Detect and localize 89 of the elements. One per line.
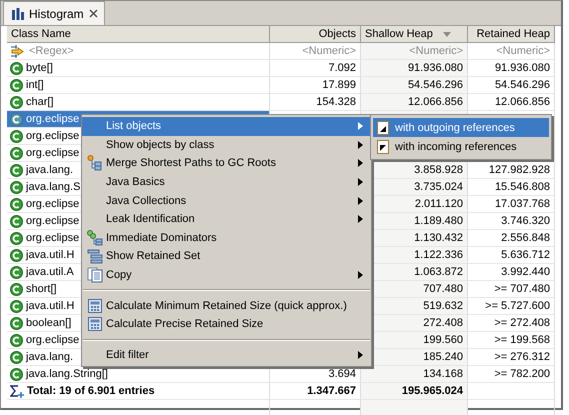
class-icon — [10, 112, 23, 126]
class-name[interactable]: char[] — [26, 96, 54, 108]
column-header[interactable]: Shallow Heap — [361, 26, 468, 43]
class-name[interactable]: byte[] — [26, 62, 53, 74]
submenu-arrow-icon — [358, 178, 363, 186]
column-header[interactable]: Retained Heap — [468, 26, 555, 43]
table-cell: 2.556.848 — [468, 230, 555, 247]
submenu-arrow-icon — [358, 196, 363, 205]
bar-chart-icon — [12, 8, 24, 20]
table-cell: 12.066.856 — [361, 94, 468, 111]
class-name[interactable]: java.lang.S — [26, 181, 80, 193]
table-cell: >= 707.480 — [468, 281, 555, 298]
total-label: Total: 19 of 6.901 entries — [27, 385, 155, 397]
menu-item[interactable]: List objects — [82, 117, 371, 136]
class-name[interactable]: boolean[] — [26, 317, 72, 329]
class-icon — [10, 180, 23, 194]
class-icon — [10, 130, 23, 142]
calculator-icon — [88, 298, 102, 313]
class-name[interactable]: org.eclipse — [26, 113, 80, 125]
class-name[interactable]: java.util.A — [26, 266, 74, 278]
class-icon — [10, 248, 23, 262]
close-icon[interactable] — [88, 9, 98, 18]
menu-item[interactable]: Show objects by class — [82, 136, 371, 154]
menu-item[interactable]: with incoming references — [373, 137, 549, 156]
submenu-arrow-icon — [358, 271, 363, 280]
class-icon — [10, 146, 23, 160]
table-cell: 91.936.080 — [468, 60, 555, 77]
column-header[interactable]: Objects — [270, 26, 361, 43]
class-icon — [10, 350, 23, 364]
class-icon — [10, 78, 23, 92]
table-cell: >= 199.568 — [468, 332, 555, 349]
class-icon — [10, 214, 23, 228]
class-name[interactable]: org.eclipse — [26, 147, 80, 159]
table-cell: 195.965.024 — [361, 383, 468, 400]
table-cell: >= 782.200 — [468, 366, 555, 383]
calculator-icon — [88, 317, 102, 332]
tree-icon — [87, 155, 103, 172]
class-icon — [10, 232, 23, 244]
table-cell: 15.546.808 — [468, 179, 555, 196]
class-name[interactable]: java.util.H — [26, 300, 74, 312]
class-name[interactable]: org.eclipse — [26, 334, 80, 346]
class-icon — [10, 282, 23, 296]
submenu-arrow-icon — [358, 215, 363, 224]
class-icon — [10, 316, 23, 330]
class-icon — [10, 334, 23, 346]
class-icon — [10, 164, 23, 176]
class-name[interactable]: short[] — [26, 283, 57, 295]
filter-icon — [10, 44, 26, 58]
table-cell: 12.066.856 — [468, 94, 555, 111]
table-cell: 54.546.296 — [361, 77, 468, 94]
table-cell: >= 272.408 — [468, 315, 555, 332]
class-icon — [10, 266, 23, 278]
submenu-arrow-icon — [358, 350, 363, 359]
class-icon — [10, 62, 23, 74]
class-name[interactable]: java.lang. — [26, 164, 74, 176]
table-cell: >= 276.312 — [468, 349, 555, 366]
table-cell: 5.636.712 — [468, 247, 555, 264]
table-cell: 54.546.296 — [468, 77, 555, 94]
document-icon — [377, 120, 389, 134]
class-name[interactable]: java.lang.String[] — [26, 368, 108, 380]
table-cell: 3.746.320 — [468, 213, 555, 230]
copy-icon — [87, 267, 103, 284]
histogram-tab[interactable]: Histogram — [3, 1, 105, 25]
class-icon — [10, 300, 23, 312]
table-cell: 134.168 — [361, 366, 468, 383]
sum-icon — [10, 384, 24, 398]
class-name[interactable]: int[] — [26, 79, 44, 91]
class-icon — [10, 368, 23, 380]
table-cell: >= 5.727.600 — [468, 298, 555, 315]
list-icon — [87, 248, 103, 264]
document-icon — [377, 140, 389, 154]
class-icon — [10, 198, 23, 210]
table-cell: 3.992.440 — [468, 264, 555, 281]
submenu-arrow-icon — [358, 122, 363, 130]
class-name[interactable]: org.eclipse — [26, 215, 80, 227]
class-name[interactable]: java.lang. — [26, 351, 74, 363]
class-name[interactable]: org.eclipse — [26, 198, 80, 210]
class-icon — [10, 96, 23, 108]
submenu-arrow-icon — [358, 159, 363, 168]
menu-item[interactable]: with outgoing references — [373, 118, 549, 137]
table-cell: 91.936.080 — [361, 60, 468, 77]
class-name[interactable]: java.util.H — [26, 249, 74, 261]
class-name[interactable]: org.eclipse — [26, 232, 80, 244]
column-header[interactable]: Class Name — [7, 26, 270, 43]
class-name[interactable]: org.eclipse — [26, 130, 80, 142]
table-cell: 17.037.768 — [468, 196, 555, 213]
dominator-tree-icon — [87, 230, 103, 246]
submenu-arrow-icon — [358, 140, 363, 149]
sort-arrow-icon — [443, 32, 451, 36]
